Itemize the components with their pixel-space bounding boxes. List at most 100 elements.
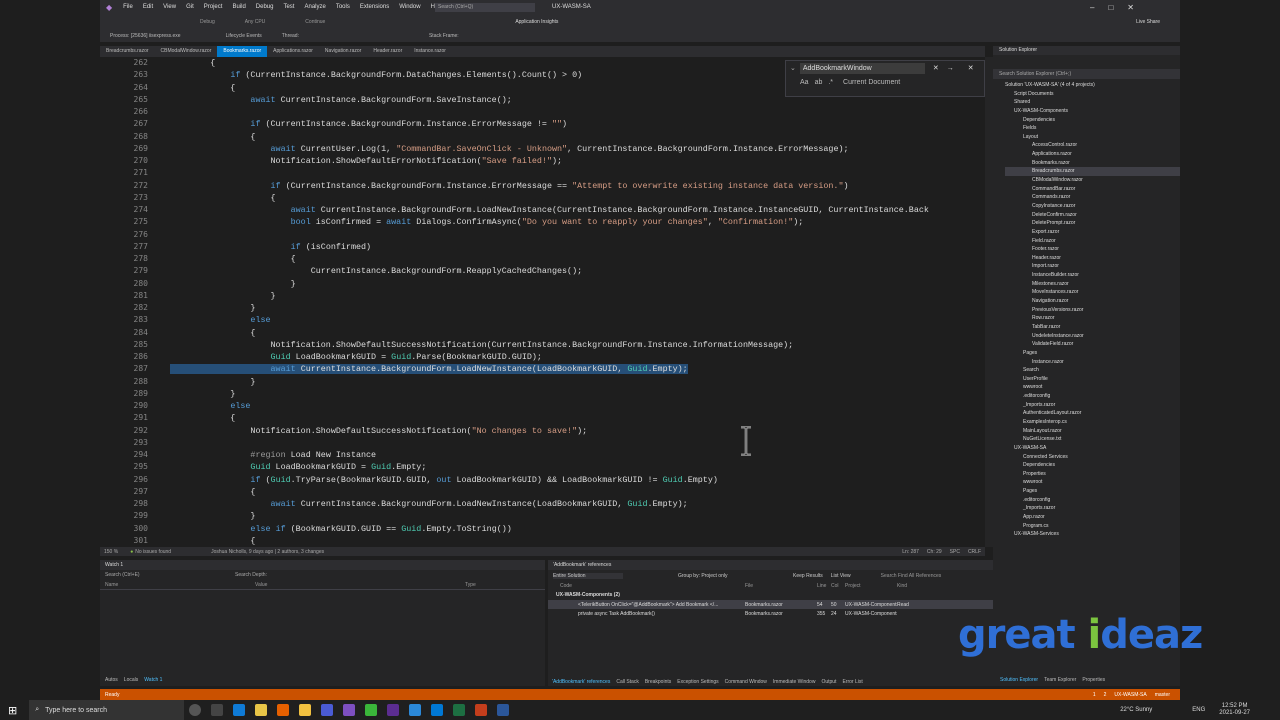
whatsapp-icon[interactable] <box>365 704 378 716</box>
tree-item[interactable]: App.razor <box>1005 513 1180 522</box>
tab-header-razor[interactable]: Header.razor <box>367 46 408 57</box>
refs-row[interactable]: <TelerikButton OnClick="@AddBookmark"> A… <box>548 600 993 609</box>
code-line[interactable]: await CurrentUser.Log(1, "CommandBar.Sav… <box>170 143 990 155</box>
bottom-tab[interactable]: Output <box>821 679 836 685</box>
keep-results[interactable]: Keep Results <box>793 573 823 579</box>
tree-item[interactable]: Dependencies <box>1005 461 1180 470</box>
menu-git[interactable]: Git <box>181 0 199 15</box>
code-line[interactable] <box>170 437 990 449</box>
tab-cbmodalwindow-razor[interactable]: CBModalWindow.razor <box>155 46 218 57</box>
tree-item[interactable]: UserProfile <box>1005 375 1180 384</box>
tree-item[interactable]: CopyInstance.razor <box>1005 202 1180 211</box>
status-branch[interactable]: master <box>1155 692 1170 698</box>
tree-item[interactable]: Script Documents <box>1005 90 1180 99</box>
tree-item[interactable]: DeletePrompt.razor <box>1005 219 1180 228</box>
bottom-tab[interactable]: Call Stack <box>616 679 639 685</box>
tree-item[interactable]: Shared <box>1005 98 1180 107</box>
next-match-icon[interactable]: → <box>947 65 954 72</box>
weather[interactable]: 22°C Sunny <box>1120 707 1152 713</box>
process-selector[interactable]: Process: [25636] iisexpress.exe <box>110 33 181 39</box>
code-line[interactable]: if (CurrentInstance.BackgroundForm.Insta… <box>170 180 990 192</box>
tree-item[interactable]: _Imports.razor <box>1005 504 1180 513</box>
bottom-tab[interactable]: Command Window <box>725 679 767 685</box>
code-line[interactable]: else <box>170 400 990 412</box>
tree-item[interactable]: ValidateField.razor <box>1005 340 1180 349</box>
tree-item[interactable]: Connected Services <box>1005 453 1180 462</box>
tree-item[interactable]: Breadcrumbs.razor <box>1005 167 1180 177</box>
cortana-icon[interactable] <box>189 704 202 716</box>
code-area[interactable]: { if (CurrentInstance.BackgroundForm.Dat… <box>170 57 990 547</box>
menu-window[interactable]: Window <box>394 0 425 15</box>
tree-item[interactable]: CBModalWindow.razor <box>1005 176 1180 185</box>
tree-item[interactable]: InstanceBuilder.razor <box>1005 271 1180 280</box>
tree-item[interactable]: wwwroot <box>1005 383 1180 392</box>
tree-item[interactable]: UndeleteInstance.razor <box>1005 332 1180 341</box>
tree-item[interactable]: Header.razor <box>1005 254 1180 263</box>
code-line[interactable]: Notification.ShowDefaultSuccessNotificat… <box>170 339 990 351</box>
word-icon[interactable] <box>497 704 510 716</box>
code-line[interactable]: } <box>170 510 990 522</box>
match-case-icon[interactable]: Aa <box>800 79 809 86</box>
tree-item[interactable]: .editorconfig <box>1005 496 1180 505</box>
bottom-tab[interactable]: Immediate Window <box>773 679 816 685</box>
code-line[interactable]: if (isConfirmed) <box>170 241 990 253</box>
code-line[interactable]: { <box>170 327 990 339</box>
code-line[interactable]: { <box>170 486 990 498</box>
tree-item[interactable]: NuGetLicense.txt <box>1005 435 1180 444</box>
watch-search[interactable]: Search (Ctrl+E) <box>105 572 205 578</box>
config-dropdown[interactable]: Debug <box>200 19 215 25</box>
solution-tab[interactable]: Solution Explorer <box>1000 677 1038 683</box>
regex-icon[interactable]: .* <box>828 79 833 86</box>
code-line[interactable]: { <box>170 192 990 204</box>
tree-item[interactable]: UX-WASM-Components <box>1005 107 1180 116</box>
menu-tools[interactable]: Tools <box>331 0 355 15</box>
refs-search[interactable]: Search Find All References <box>881 573 942 579</box>
close-widget-icon[interactable]: ✕ <box>968 64 974 72</box>
tree-item[interactable]: Applications.razor <box>1005 150 1180 159</box>
code-line[interactable]: bool isConfirmed = await Dialogs.Confirm… <box>170 216 990 228</box>
tree-item[interactable]: TabBar.razor <box>1005 323 1180 332</box>
code-line[interactable] <box>170 106 990 118</box>
live-share-button[interactable]: Live Share <box>1136 19 1160 25</box>
tree-item[interactable]: UX-WASM-Services <box>1005 530 1180 539</box>
issues-indicator[interactable]: No issues found <box>135 549 171 555</box>
menu-file[interactable]: File <box>118 0 138 15</box>
tab-navigation-razor[interactable]: Navigation.razor <box>319 46 367 57</box>
taskbar-search[interactable]: ⌕ Type here to search <box>29 700 185 720</box>
tree-item[interactable]: AccessControl.razor <box>1005 141 1180 150</box>
stack-frame-selector[interactable]: Stack Frame: <box>429 33 459 39</box>
tree-item[interactable]: Layout <box>1005 133 1180 142</box>
code-line[interactable]: Notification.ShowDefaultErrorNotificatio… <box>170 155 990 167</box>
solution-search[interactable]: Search Solution Explorer (Ctrl+;) <box>993 69 1180 79</box>
tree-item[interactable]: Bookmarks.razor <box>1005 159 1180 168</box>
powerpoint-icon[interactable] <box>475 704 488 716</box>
list-view[interactable]: List View <box>831 573 851 579</box>
menu-edit[interactable]: Edit <box>138 0 158 15</box>
menu-extensions[interactable]: Extensions <box>355 0 394 15</box>
tree-item[interactable]: Fields <box>1005 124 1180 133</box>
bottom-tab[interactable]: Breakpoints <box>645 679 671 685</box>
menu-build[interactable]: Build <box>227 0 250 15</box>
close-find-icon[interactable]: ✕ <box>933 64 939 72</box>
code-line[interactable]: await CurrentInstance.BackgroundForm.Loa… <box>170 363 990 375</box>
solution-tab[interactable]: Properties <box>1082 677 1105 683</box>
tab-bookmarks-razor[interactable]: Bookmarks.razor <box>217 46 268 57</box>
code-line[interactable]: { <box>170 535 990 547</box>
chevron-down-icon[interactable]: ⌄ <box>790 64 796 72</box>
menu-test[interactable]: Test <box>278 0 299 15</box>
continue-button[interactable]: Continue <box>305 19 325 25</box>
tree-item[interactable]: Pages <box>1005 487 1180 496</box>
tree-item[interactable]: ExamplesInterop.cs <box>1005 418 1180 427</box>
code-line[interactable]: { <box>170 131 990 143</box>
code-line[interactable]: } <box>170 376 990 388</box>
outlook-icon[interactable] <box>431 704 444 716</box>
tree-item[interactable]: Search <box>1005 366 1180 375</box>
maximize-icon[interactable]: □ <box>1108 3 1113 12</box>
app-icon[interactable] <box>343 704 356 716</box>
tree-item[interactable]: Properties <box>1005 470 1180 479</box>
todo-icon[interactable] <box>409 704 422 716</box>
code-line[interactable] <box>170 167 990 179</box>
git-blame[interactable]: Joshua Nicholls, 9 days ago | 2 authors,… <box>211 549 324 555</box>
tree-item[interactable]: Field.razor <box>1005 237 1180 246</box>
tree-item[interactable]: Import.razor <box>1005 262 1180 271</box>
